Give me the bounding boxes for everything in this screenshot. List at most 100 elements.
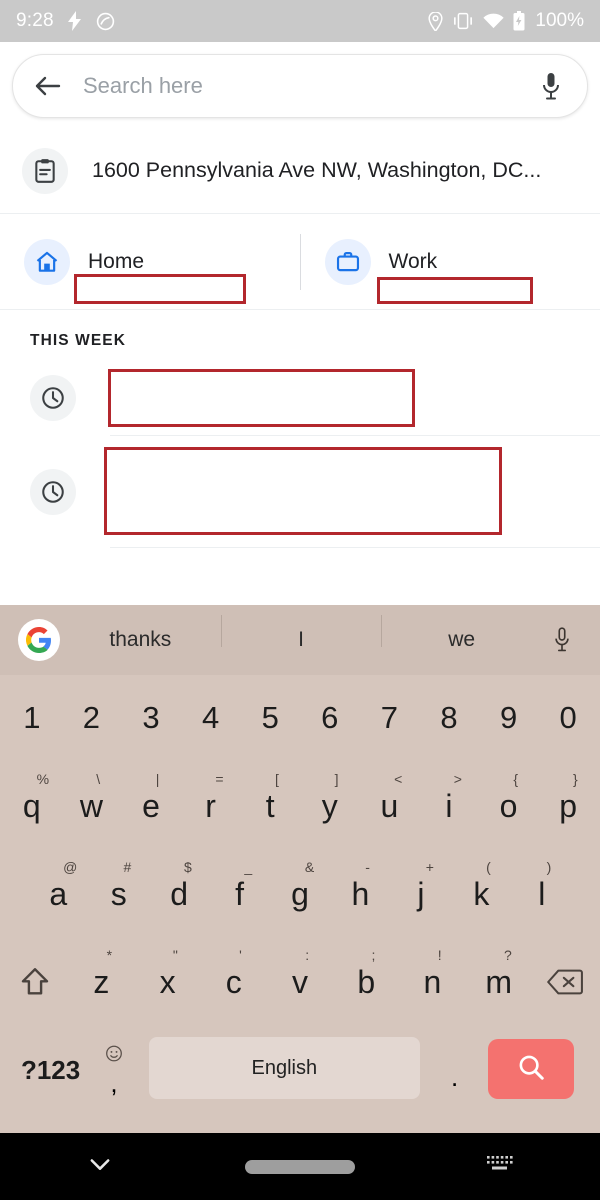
keyboard-row-numbers: 1 2 3 4 5 6 7 8 9 0 <box>2 681 598 769</box>
suggestion-2[interactable]: we <box>381 615 542 652</box>
key-label: p <box>559 787 578 824</box>
key-r[interactable]: = r <box>181 769 241 843</box>
key-t[interactable]: [t <box>240 769 300 843</box>
key-1[interactable]: 1 <box>2 681 62 755</box>
key-6[interactable]: 6 <box>300 681 360 755</box>
search-enter-key[interactable] <box>487 1039 574 1099</box>
key-3[interactable]: 3 <box>121 681 181 755</box>
do-not-disturb-icon <box>96 12 115 31</box>
keyboard-rows: 1 2 3 4 5 6 7 8 9 0 % q \ w | e = r [t ] y < u… <box>0 675 600 1119</box>
chevron-down-icon <box>86 1150 114 1183</box>
key-i[interactable]: > i <box>419 769 479 843</box>
switch-keyboard-button[interactable] <box>400 1153 600 1180</box>
key-a[interactable]: @ a <box>28 857 88 931</box>
key-label: 1 <box>23 700 41 735</box>
microphone-icon[interactable] <box>535 70 567 102</box>
status-bar-left: 9:28 <box>16 10 115 32</box>
hide-keyboard-button[interactable] <box>0 1150 200 1183</box>
key-z[interactable]: * z <box>68 945 134 1019</box>
clock-icon <box>30 469 76 515</box>
key-label: 6 <box>321 700 339 735</box>
keyboard-row-qwerty: % q \ w | e = r [t ] y < u > i {o } p <box>2 769 598 857</box>
key-label: r <box>205 787 216 824</box>
history-row[interactable] <box>0 360 600 436</box>
key-k[interactable]: (k <box>451 857 511 931</box>
key-label: 0 <box>559 700 577 735</box>
key-secondary-label: ) <box>546 859 552 875</box>
key-0[interactable]: 0 <box>538 681 598 755</box>
key-l[interactable]: ) l <box>512 857 572 931</box>
keyboard-row-home: @ a # s $ d _ f & g -h + j (k ) l <box>2 857 598 945</box>
key-p[interactable]: } p <box>538 769 598 843</box>
key-label: z <box>93 963 110 1000</box>
key-u[interactable]: < u <box>360 769 420 843</box>
key-e[interactable]: | e <box>121 769 181 843</box>
key-label: v <box>292 963 308 1000</box>
search-input[interactable] <box>83 73 535 99</box>
key-f[interactable]: _ f <box>209 857 269 931</box>
key-label: b <box>357 963 376 1000</box>
symbols-key[interactable]: ?123 <box>16 1033 85 1107</box>
shortcut-home[interactable]: Home <box>0 238 300 304</box>
key-secondary-label: + <box>425 859 434 875</box>
key-5[interactable]: 5 <box>240 681 300 755</box>
shortcut-work-label: Work <box>388 249 438 273</box>
key-n[interactable]: ! n <box>399 945 465 1019</box>
keyboard-row-bottom: ?123 , English . <box>2 1033 598 1119</box>
key-label: 7 <box>380 700 399 735</box>
key-secondary-label: \ <box>96 771 101 787</box>
briefcase-icon <box>324 238 371 285</box>
backspace-icon[interactable] <box>532 945 598 1019</box>
key-x[interactable]: " x <box>134 945 200 1019</box>
back-arrow-icon[interactable] <box>31 69 65 103</box>
shortcut-home-label: Home <box>88 249 145 273</box>
key-secondary-label: ! <box>437 947 442 963</box>
suggestion-0[interactable]: thanks <box>60 628 221 652</box>
key-label: y <box>321 787 338 824</box>
key-o[interactable]: {o <box>479 769 539 843</box>
status-bar: 9:28 100% <box>0 0 600 42</box>
key-v[interactable]: :v <box>267 945 333 1019</box>
suggestion-1[interactable]: I <box>220 615 382 652</box>
history-row[interactable] <box>0 436 600 548</box>
comma-label: , <box>110 1068 118 1098</box>
key-label: f <box>235 875 244 912</box>
wifi-icon <box>483 13 505 29</box>
key-2[interactable]: 2 <box>62 681 122 755</box>
key-label: m <box>485 963 512 1000</box>
google-g-icon[interactable] <box>18 619 60 661</box>
space-key[interactable]: English <box>148 1037 420 1099</box>
key-8[interactable]: 8 <box>419 681 479 755</box>
key-secondary-label: : <box>305 947 310 963</box>
history-row-0-redaction <box>108 369 415 427</box>
key-s[interactable]: # s <box>88 857 148 931</box>
shift-icon[interactable] <box>2 945 68 1019</box>
search-bar[interactable] <box>12 54 588 118</box>
bolt-icon <box>67 11 83 31</box>
key-7[interactable]: 7 <box>360 681 420 755</box>
key-secondary-label: } <box>572 771 578 787</box>
key-4[interactable]: 4 <box>181 681 241 755</box>
home-gesture-button[interactable] <box>200 1159 400 1174</box>
shortcut-work[interactable]: Work <box>301 238 600 304</box>
key-d[interactable]: $ d <box>149 857 209 931</box>
key-w[interactable]: \ w <box>62 769 122 843</box>
key-b[interactable]: ; b <box>333 945 399 1019</box>
key-c[interactable]: ' c <box>201 945 267 1019</box>
key-y[interactable]: ] y <box>300 769 360 843</box>
search-icon <box>516 1052 546 1087</box>
key-label: 3 <box>142 700 160 735</box>
key-j[interactable]: + j <box>391 857 451 931</box>
key-m[interactable]: ? m <box>466 945 532 1019</box>
keyboard-microphone-icon[interactable] <box>542 626 582 654</box>
key-label: g <box>291 875 309 912</box>
key-secondary-label: < <box>394 771 403 787</box>
comma-key[interactable]: , <box>85 1033 143 1107</box>
clipboard-suggestion-row[interactable]: 1600 Pennsylvania Ave NW, Washington, DC… <box>0 128 600 214</box>
key-g[interactable]: & g <box>270 857 330 931</box>
key-label: n <box>423 963 442 1000</box>
period-key[interactable]: . <box>426 1033 484 1107</box>
key-9[interactable]: 9 <box>479 681 539 755</box>
key-q[interactable]: % q <box>2 769 62 843</box>
key-h[interactable]: -h <box>330 857 390 931</box>
